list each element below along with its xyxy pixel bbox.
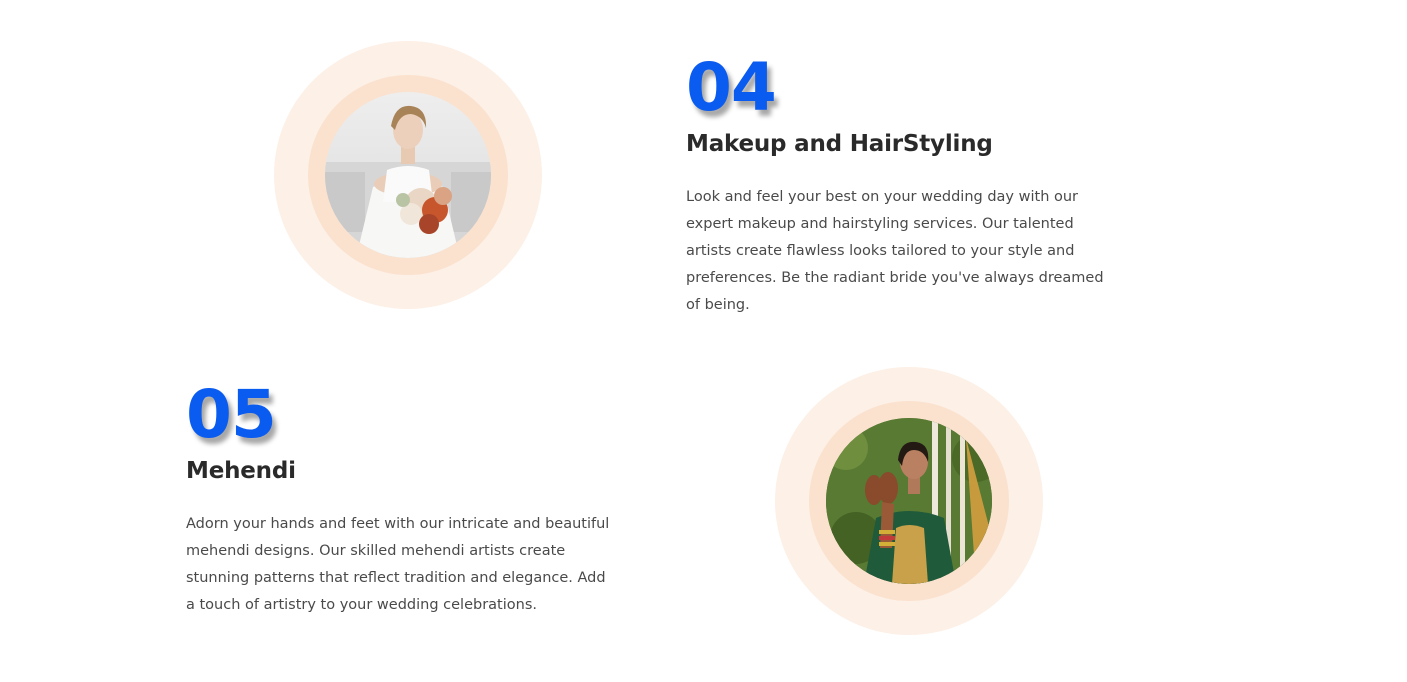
- service-description: Look and feel your best on your wedding …: [686, 189, 1104, 313]
- service-05: 05 Mehendi Adorn your hands and feet wit…: [186, 382, 616, 619]
- bride-showing-mehendi-photo: [826, 418, 992, 584]
- service-04-image-ring: [308, 75, 508, 275]
- service-number: 05: [186, 376, 277, 453]
- service-description: Adorn your hands and feet with our intri…: [186, 516, 610, 613]
- service-05-image-ring: [809, 401, 1009, 601]
- service-05-image-frame: [775, 367, 1043, 635]
- bride-illustration: [325, 105, 491, 258]
- bride-with-bouquet-photo: [325, 92, 491, 258]
- service-04: 04 Makeup and HairStyling Look and feel …: [686, 55, 1116, 319]
- service-title: Mehendi: [186, 458, 296, 484]
- service-number: 04: [686, 49, 777, 126]
- service-title: Makeup and HairStyling: [686, 131, 993, 157]
- mehendi-illustration: [826, 418, 992, 584]
- service-04-image-frame: [274, 41, 542, 309]
